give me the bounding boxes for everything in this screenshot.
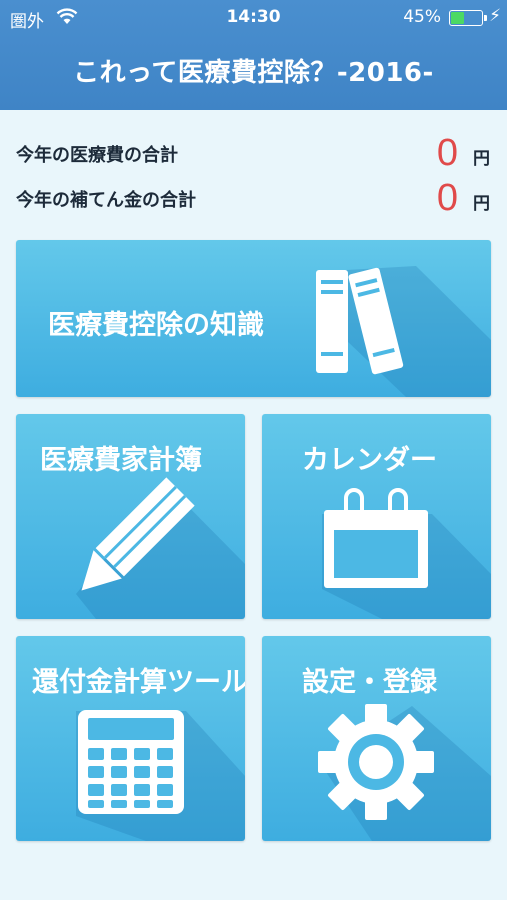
settings-label: 設定・登録 [302,667,437,698]
subsidy-total-row: 今年の補てん金の合計 0 円 [16,177,490,219]
gear-icon [318,704,434,820]
status-bar: 圏外 14:30 45% ⚡ [0,0,507,34]
battery-percent: 45% [403,7,441,27]
medical-total-amount: 0 [436,132,458,174]
refund-calculator-label: 還付金計算ツール [32,667,245,698]
app-header: 圏外 14:30 45% ⚡ これって医療費控除？-2016- [0,0,507,110]
knowledge-label: 医療費控除の知識 [48,310,264,341]
refund-calculator-tile[interactable]: 還付金計算ツール [16,636,245,841]
settings-tile[interactable]: 設定・登録 [262,636,491,841]
calendar-label: カレンダー [302,445,437,476]
subsidy-total-unit: 円 [473,194,490,214]
household-ledger-tile[interactable]: 医療費家計簿 [16,414,245,619]
books-icon [316,267,404,375]
battery-tip [484,15,487,21]
pencil-icon [81,477,195,591]
battery-icon [449,10,483,26]
medical-total-label: 今年の医療費の合計 [16,145,178,166]
household-ledger-label: 医療費家計簿 [40,445,202,476]
page-title: これって医療費控除？-2016- [73,58,434,88]
calendar-tile[interactable]: カレンダー [262,414,491,619]
knowledge-tile[interactable]: 医療費控除の知識 [16,240,491,397]
medical-total-row: 今年の医療費の合計 0 円 [16,132,490,174]
charging-icon: ⚡ [489,6,501,26]
subsidy-total-amount: 0 [436,177,458,219]
calendar-icon [324,488,428,588]
subsidy-total-label: 今年の補てん金の合計 [16,190,196,211]
medical-total-unit: 円 [473,149,490,169]
calculator-icon [78,710,184,814]
